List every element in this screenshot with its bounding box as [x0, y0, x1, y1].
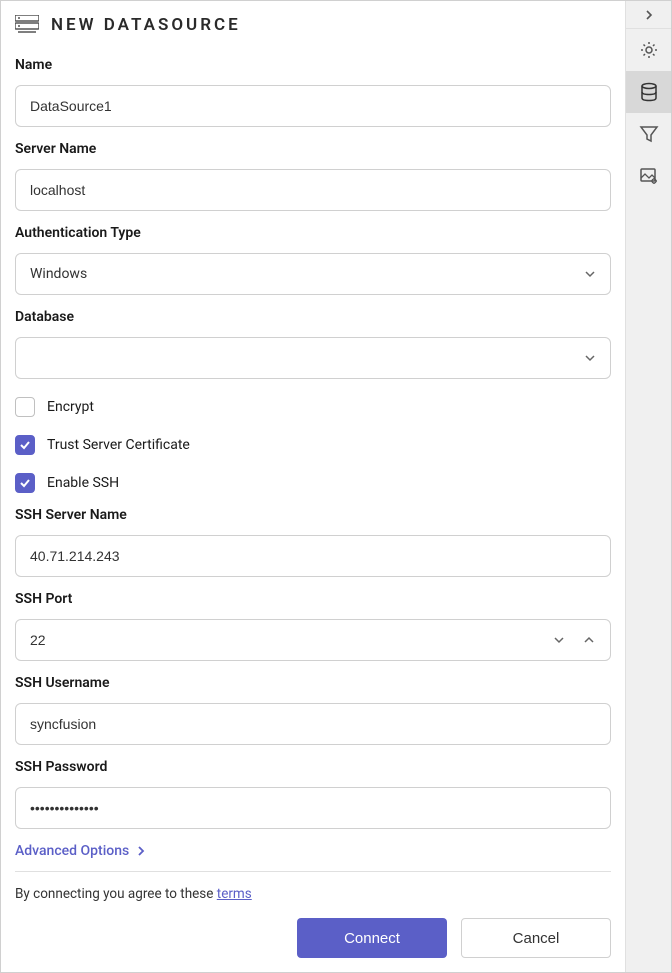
auth-type-select[interactable]: Windows: [15, 253, 611, 295]
ssh-port-input[interactable]: [15, 619, 611, 661]
connect-button[interactable]: Connect: [297, 918, 447, 958]
ssh-server-name-label: SSH Server Name: [15, 507, 611, 523]
ssh-password-input[interactable]: [15, 787, 611, 829]
advanced-options-link[interactable]: Advanced Options: [15, 831, 611, 871]
trust-cert-checkbox[interactable]: [15, 435, 35, 455]
name-label: Name: [15, 57, 611, 73]
auth-type-value: Windows: [30, 266, 87, 282]
terms-row: By connecting you agree to these terms: [15, 871, 611, 918]
enable-ssh-label: Enable SSH: [47, 475, 119, 491]
database-label: Database: [15, 309, 611, 325]
server-name-input[interactable]: [15, 169, 611, 211]
rail-filter[interactable]: [626, 113, 671, 155]
chevron-right-icon: [643, 9, 655, 21]
ssh-port-increment[interactable]: [577, 628, 601, 652]
ssh-username-input[interactable]: [15, 703, 611, 745]
trust-cert-label: Trust Server Certificate: [47, 437, 190, 453]
name-input[interactable]: [15, 85, 611, 127]
ssh-server-name-input[interactable]: [15, 535, 611, 577]
terms-prefix: By connecting you agree to these: [15, 886, 217, 902]
filter-icon: [639, 124, 659, 144]
ssh-username-label: SSH Username: [15, 675, 611, 691]
image-gear-icon: [639, 166, 659, 186]
form-footer: Advanced Options By connecting you agree…: [15, 831, 611, 958]
encrypt-label: Encrypt: [47, 399, 94, 415]
rail-datasource[interactable]: [626, 71, 671, 113]
server-name-label: Server Name: [15, 141, 611, 157]
encrypt-checkbox[interactable]: [15, 397, 35, 417]
cancel-button[interactable]: Cancel: [461, 918, 611, 958]
ssh-port-label: SSH Port: [15, 591, 611, 607]
right-side-rail: [626, 1, 671, 972]
rail-image-settings[interactable]: [626, 155, 671, 197]
auth-type-label: Authentication Type: [15, 225, 611, 241]
terms-link[interactable]: terms: [217, 886, 252, 902]
ssh-password-label: SSH Password: [15, 759, 611, 775]
enable-ssh-checkbox[interactable]: [15, 473, 35, 493]
datasource-icon: [15, 15, 39, 35]
advanced-options-label: Advanced Options: [15, 843, 129, 859]
chevron-right-icon: [135, 845, 147, 857]
database-icon: [639, 82, 659, 102]
rail-collapse-toggle[interactable]: [626, 1, 671, 29]
gear-icon: [639, 40, 659, 60]
database-select[interactable]: [15, 337, 611, 379]
panel-header: NEW DATASOURCE: [15, 15, 611, 35]
rail-settings[interactable]: [626, 29, 671, 71]
form-content: Name Server Name Authentication Type Win…: [15, 51, 611, 831]
datasource-form-panel: NEW DATASOURCE Name Server Name Authenti…: [1, 1, 626, 972]
ssh-port-decrement[interactable]: [547, 628, 571, 652]
panel-title: NEW DATASOURCE: [51, 15, 241, 35]
